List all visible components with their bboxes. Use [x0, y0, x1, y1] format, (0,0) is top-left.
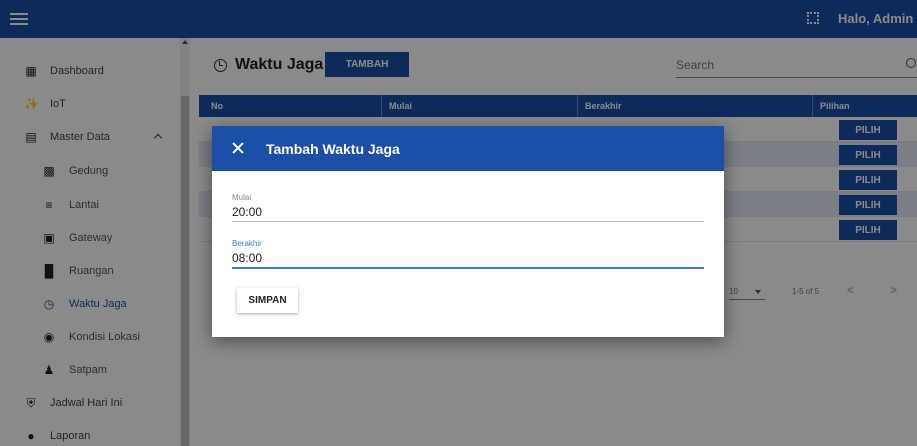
close-icon[interactable] — [230, 140, 246, 156]
mulai-underline — [232, 221, 704, 222]
berakhir-label: Berakhir — [232, 239, 262, 248]
mulai-label: Mulai — [232, 193, 252, 202]
save-button[interactable]: SIMPAN — [237, 288, 298, 313]
dialog-header: Tambah Waktu Jaga — [212, 126, 724, 171]
add-shift-dialog: Tambah Waktu Jaga Mulai Berakhir SIMPAN — [212, 126, 724, 337]
berakhir-input[interactable] — [232, 249, 704, 267]
berakhir-underline — [232, 267, 704, 269]
dialog-title: Tambah Waktu Jaga — [266, 141, 400, 157]
mulai-input[interactable] — [232, 203, 704, 221]
